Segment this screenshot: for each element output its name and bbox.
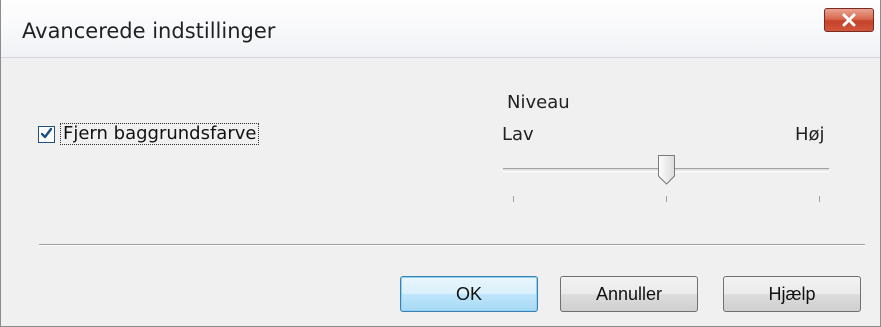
cancel-button[interactable]: Annuller: [560, 276, 698, 312]
ok-button[interactable]: OK: [400, 276, 538, 312]
close-button[interactable]: [824, 8, 874, 32]
level-low-label: Lav: [502, 124, 534, 145]
remove-background-option[interactable]: Fjern baggrundsfarve: [38, 123, 260, 145]
slider-tick: [819, 196, 820, 202]
level-slider[interactable]: [501, 154, 833, 214]
advanced-settings-dialog: Avancerede indstillinger Fjern baggrunds…: [0, 0, 881, 327]
dialog-content: Fjern baggrundsfarve Niveau Lav Høj OK A…: [1, 59, 880, 326]
slider-thumb[interactable]: [657, 154, 676, 186]
slider-tick: [513, 196, 514, 202]
level-high-label: Høj: [795, 124, 825, 145]
remove-background-label[interactable]: Fjern baggrundsfarve: [60, 123, 260, 145]
remove-background-checkbox[interactable]: [38, 125, 55, 144]
help-button[interactable]: Hjælp: [723, 276, 861, 312]
slider-tick: [666, 196, 667, 202]
checkmark-icon: [40, 125, 53, 144]
level-heading: Niveau: [507, 92, 570, 113]
close-icon: [841, 13, 857, 27]
separator: [39, 244, 865, 246]
title-bar[interactable]: Avancerede indstillinger: [1, 0, 880, 58]
window-title: Avancerede indstillinger: [22, 19, 276, 43]
